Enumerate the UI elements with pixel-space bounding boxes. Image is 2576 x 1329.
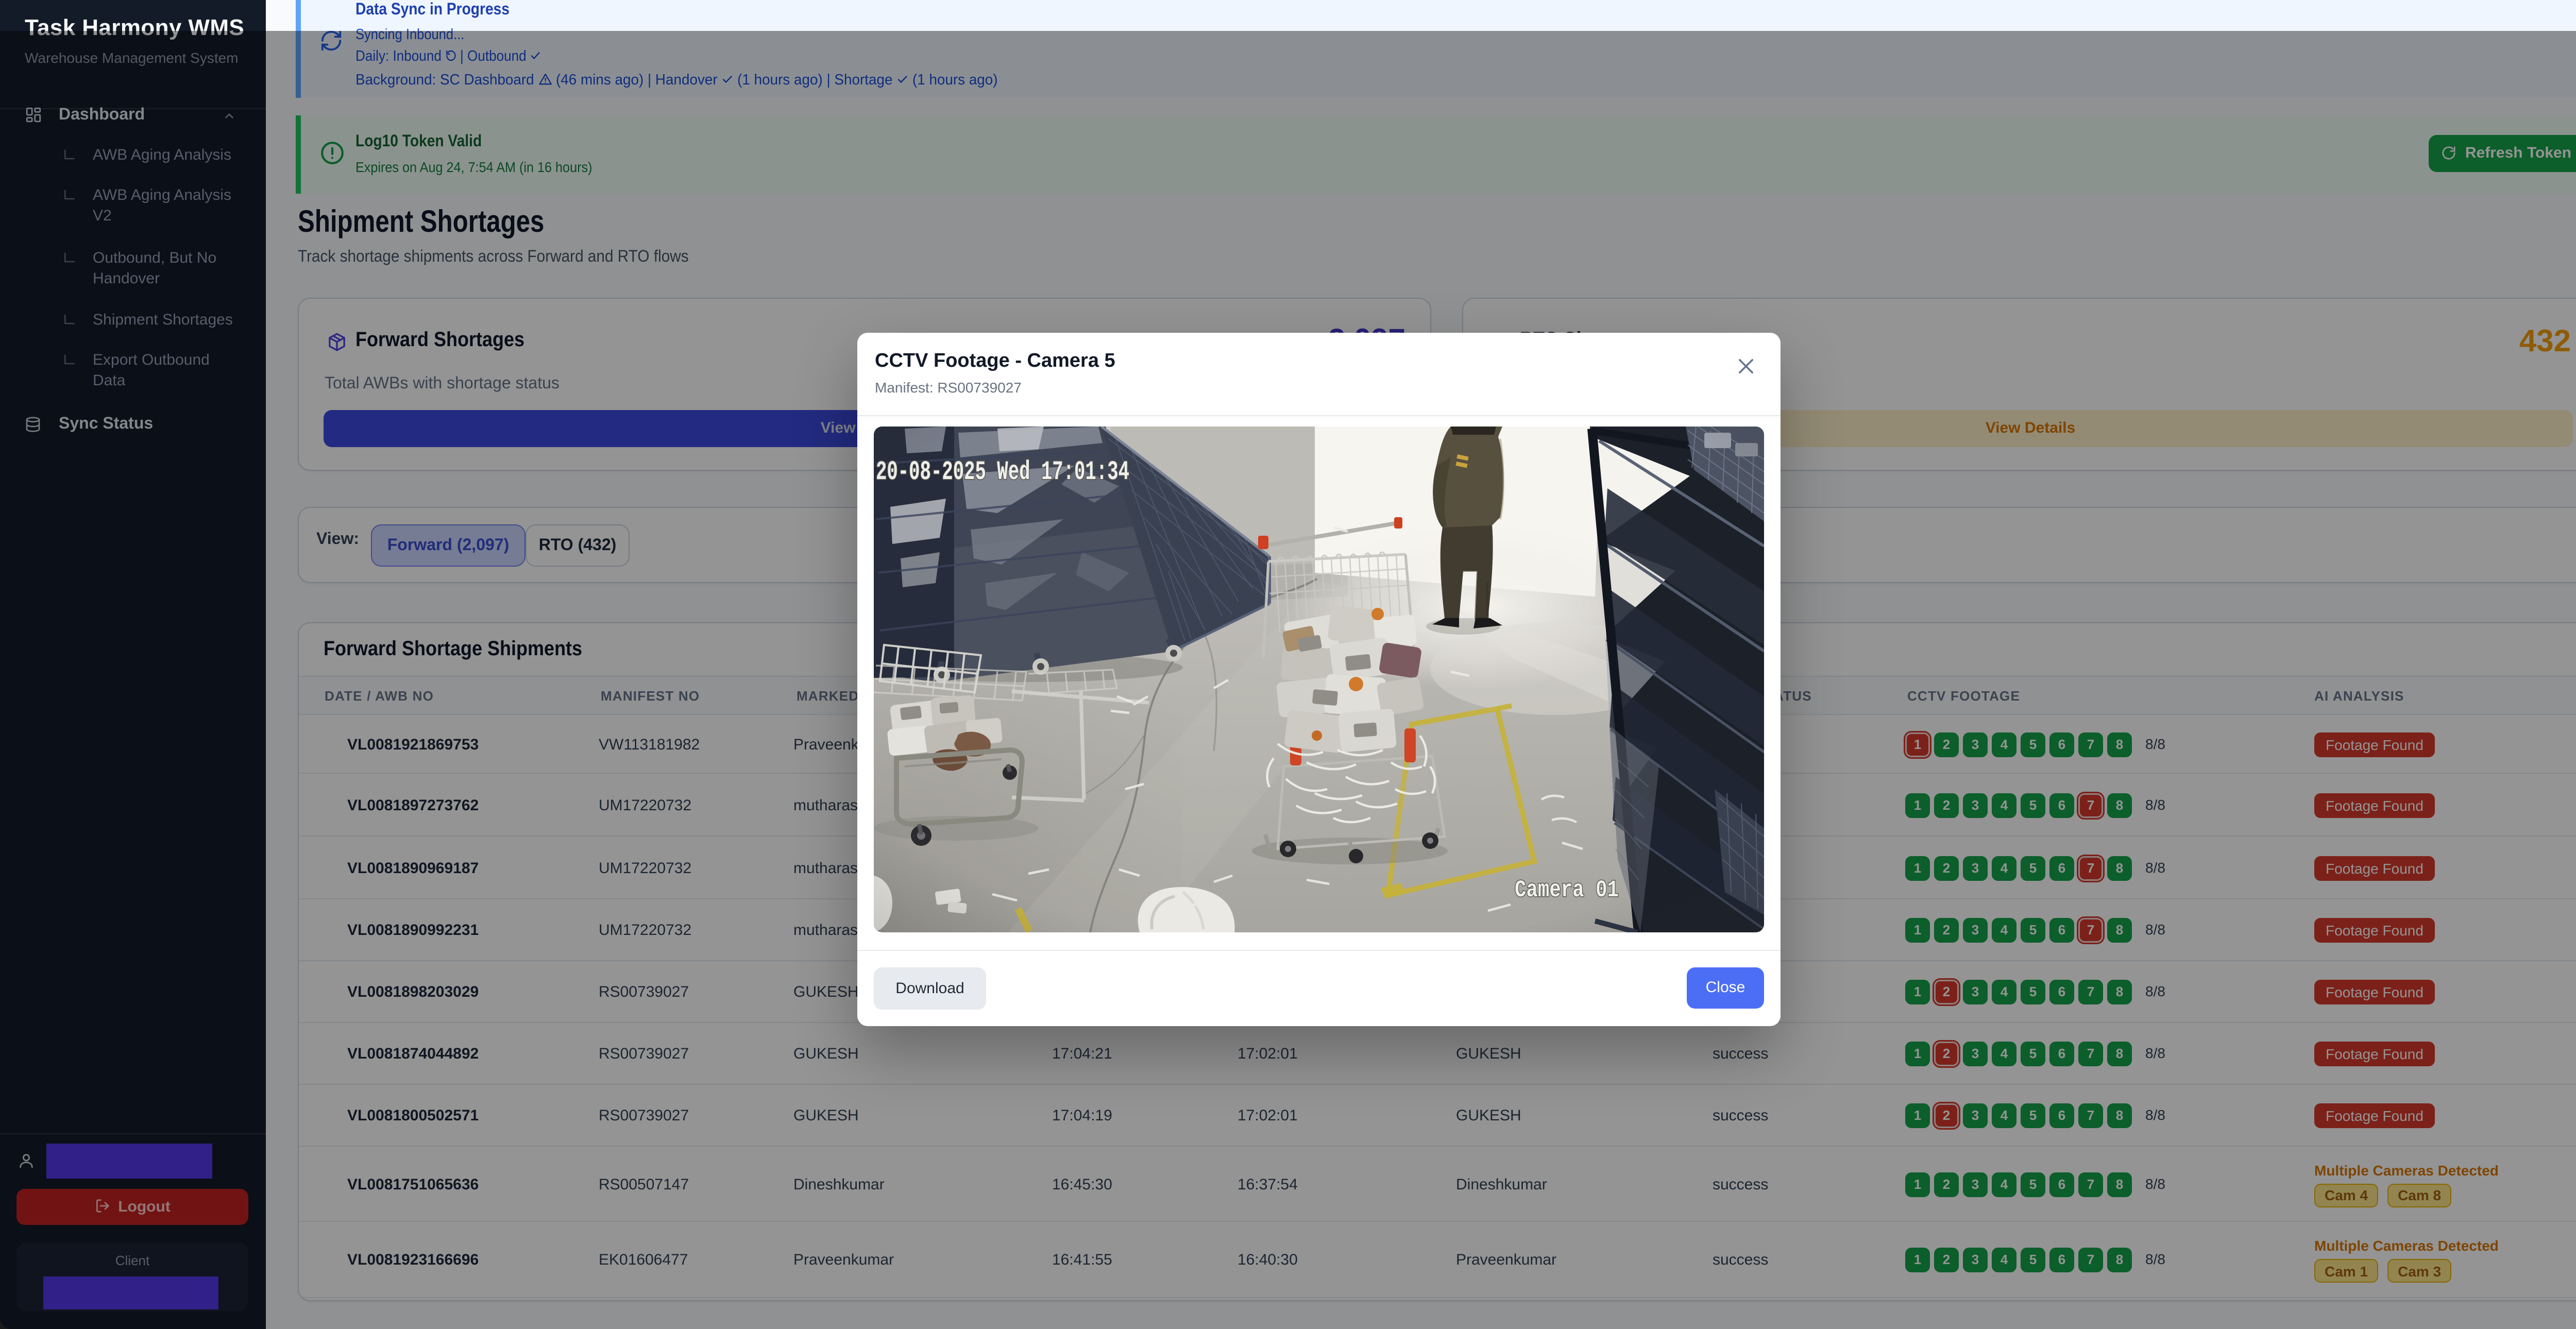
svg-text:Camera 01: Camera 01 bbox=[1515, 877, 1619, 904]
